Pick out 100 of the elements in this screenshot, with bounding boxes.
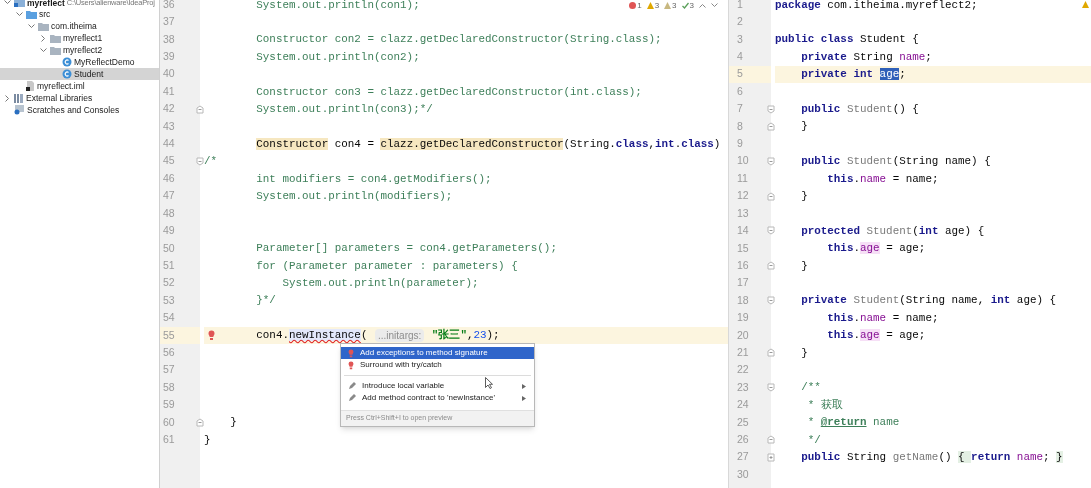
chevron-down-icon[interactable] (711, 3, 718, 8)
line-number: 51 (163, 257, 175, 273)
code-text: protected Student(int age) { (800, 223, 985, 239)
inspection-widget[interactable]: 1 3 3 3 (627, 0, 720, 11)
code-text: public class Student { (775, 32, 919, 48)
code-text: /* (204, 154, 218, 170)
fold-marker-icon[interactable] (767, 296, 775, 306)
line-number: 18 (737, 292, 749, 308)
fold-marker-icon[interactable] (196, 417, 204, 427)
fold-marker-icon[interactable] (767, 452, 775, 462)
class-icon (62, 57, 72, 68)
fold-marker-icon[interactable] (767, 191, 775, 201)
fold-marker-icon[interactable] (767, 104, 775, 114)
line-number: 49 (163, 223, 175, 239)
code-text: this.name = name; (826, 171, 939, 187)
fold-marker-icon[interactable] (767, 383, 775, 393)
chevron-down-icon[interactable] (16, 12, 23, 18)
code-text: } (800, 119, 808, 135)
code-text: * 获取 (806, 397, 843, 413)
fold-marker-icon[interactable] (767, 156, 775, 166)
line-number: 46 (163, 170, 175, 186)
problem-count: 1 (637, 0, 642, 12)
line-number: 48 (163, 205, 175, 221)
tree-row[interactable]: com.itheima (0, 20, 159, 33)
menu-item[interactable]: Surround with try/catch (341, 359, 534, 371)
code-text: Parameter[] parameters = con4.getParameters(); (255, 241, 557, 257)
line-number: 47 (163, 188, 175, 204)
code-text: private int age; (800, 67, 906, 83)
line-number: 43 (163, 118, 175, 134)
line-number: 56 (163, 344, 175, 360)
tree-row[interactable]: External Libraries (0, 92, 159, 104)
problem-count: 3 (689, 0, 694, 12)
tree-row[interactable]: Scratches and Consoles (0, 104, 159, 116)
code-text: } (800, 345, 808, 361)
line-number: 8 (737, 118, 743, 134)
code-text: "张三",23); (430, 327, 500, 344)
line-number: 57 (163, 362, 175, 378)
bulb-icon (348, 360, 354, 370)
line-number: 44 (163, 136, 175, 152)
menu-item[interactable]: Add exceptions to method signature (341, 347, 534, 359)
line-number: 39 (163, 49, 175, 65)
code-text: }*/ (255, 293, 276, 309)
tree-row[interactable]: myreflect2 (0, 44, 159, 57)
line-number: 5 (737, 66, 743, 82)
scratches-icon (14, 104, 25, 115)
tree-row[interactable]: MyReflectDemo (0, 56, 159, 69)
mouse-cursor-icon (485, 377, 493, 389)
code-text: * @return name (806, 415, 900, 431)
module-folder-icon (14, 0, 25, 8)
code-text: this.age = age; (826, 241, 926, 257)
tree-row[interactable]: myreflect.iml (0, 80, 159, 93)
tree-row[interactable]: src (0, 8, 159, 21)
code-text: this.age = age; (826, 328, 926, 344)
line-number: 53 (163, 292, 175, 308)
fold-marker-icon[interactable] (767, 226, 775, 236)
chevron-right-icon[interactable] (41, 35, 46, 43)
fold-marker-icon[interactable] (767, 122, 775, 132)
warning-icon[interactable] (1082, 1, 1089, 8)
chevron-down-icon[interactable] (28, 24, 35, 30)
line-number: 36 (163, 0, 175, 12)
tree-label: External Libraries (26, 91, 93, 105)
warning-icon (646, 2, 654, 9)
tree-label: myreflect2 (63, 44, 103, 57)
fold-marker-icon[interactable] (196, 104, 204, 114)
line-number: 19 (737, 310, 749, 326)
line-number: 21 (737, 344, 749, 360)
menu-item[interactable]: Introduce local variable (341, 380, 534, 392)
line-number: 22 (737, 362, 749, 378)
code-text: System.out.println(con2); (255, 49, 420, 65)
fold-marker-icon[interactable] (767, 348, 775, 358)
line-number: 7 (737, 101, 743, 117)
chevron-up-icon[interactable] (699, 3, 706, 8)
code-text: */ (806, 432, 821, 448)
line-number: 1 (737, 0, 743, 12)
code-text: package com.itheima.myreflect2; (775, 0, 978, 13)
line-number: 3 (737, 31, 743, 47)
folder-icon (26, 10, 37, 20)
line-number: 42 (163, 101, 175, 117)
chevron-down-icon[interactable] (40, 48, 47, 53)
line-number: 11 (737, 170, 748, 186)
tree-row[interactable]: myreflect1 (0, 32, 159, 45)
file-icon (26, 81, 35, 92)
code-text: System.out.println(con3);*/ (255, 101, 433, 117)
line-number: 59 (163, 397, 175, 413)
folder-icon (50, 34, 61, 44)
code-text: con4.newInstance( (255, 328, 369, 344)
tree-row[interactable]: Student (0, 68, 159, 81)
fold-marker-icon[interactable] (767, 261, 775, 271)
bulb-icon[interactable] (208, 329, 215, 341)
code-text: } (800, 258, 808, 274)
line-number: 12 (737, 188, 749, 204)
menu-item[interactable]: Add method contract to 'newInstance' (341, 392, 534, 404)
line-number: 52 (163, 275, 175, 291)
folder-icon (50, 46, 61, 55)
chevron-right-icon[interactable] (5, 94, 10, 102)
line-number: 16 (737, 257, 749, 273)
chevron-down-icon[interactable] (4, 0, 11, 6)
fold-marker-icon[interactable] (767, 435, 775, 445)
code-text: } (204, 432, 211, 448)
fold-marker-icon[interactable] (196, 156, 204, 166)
